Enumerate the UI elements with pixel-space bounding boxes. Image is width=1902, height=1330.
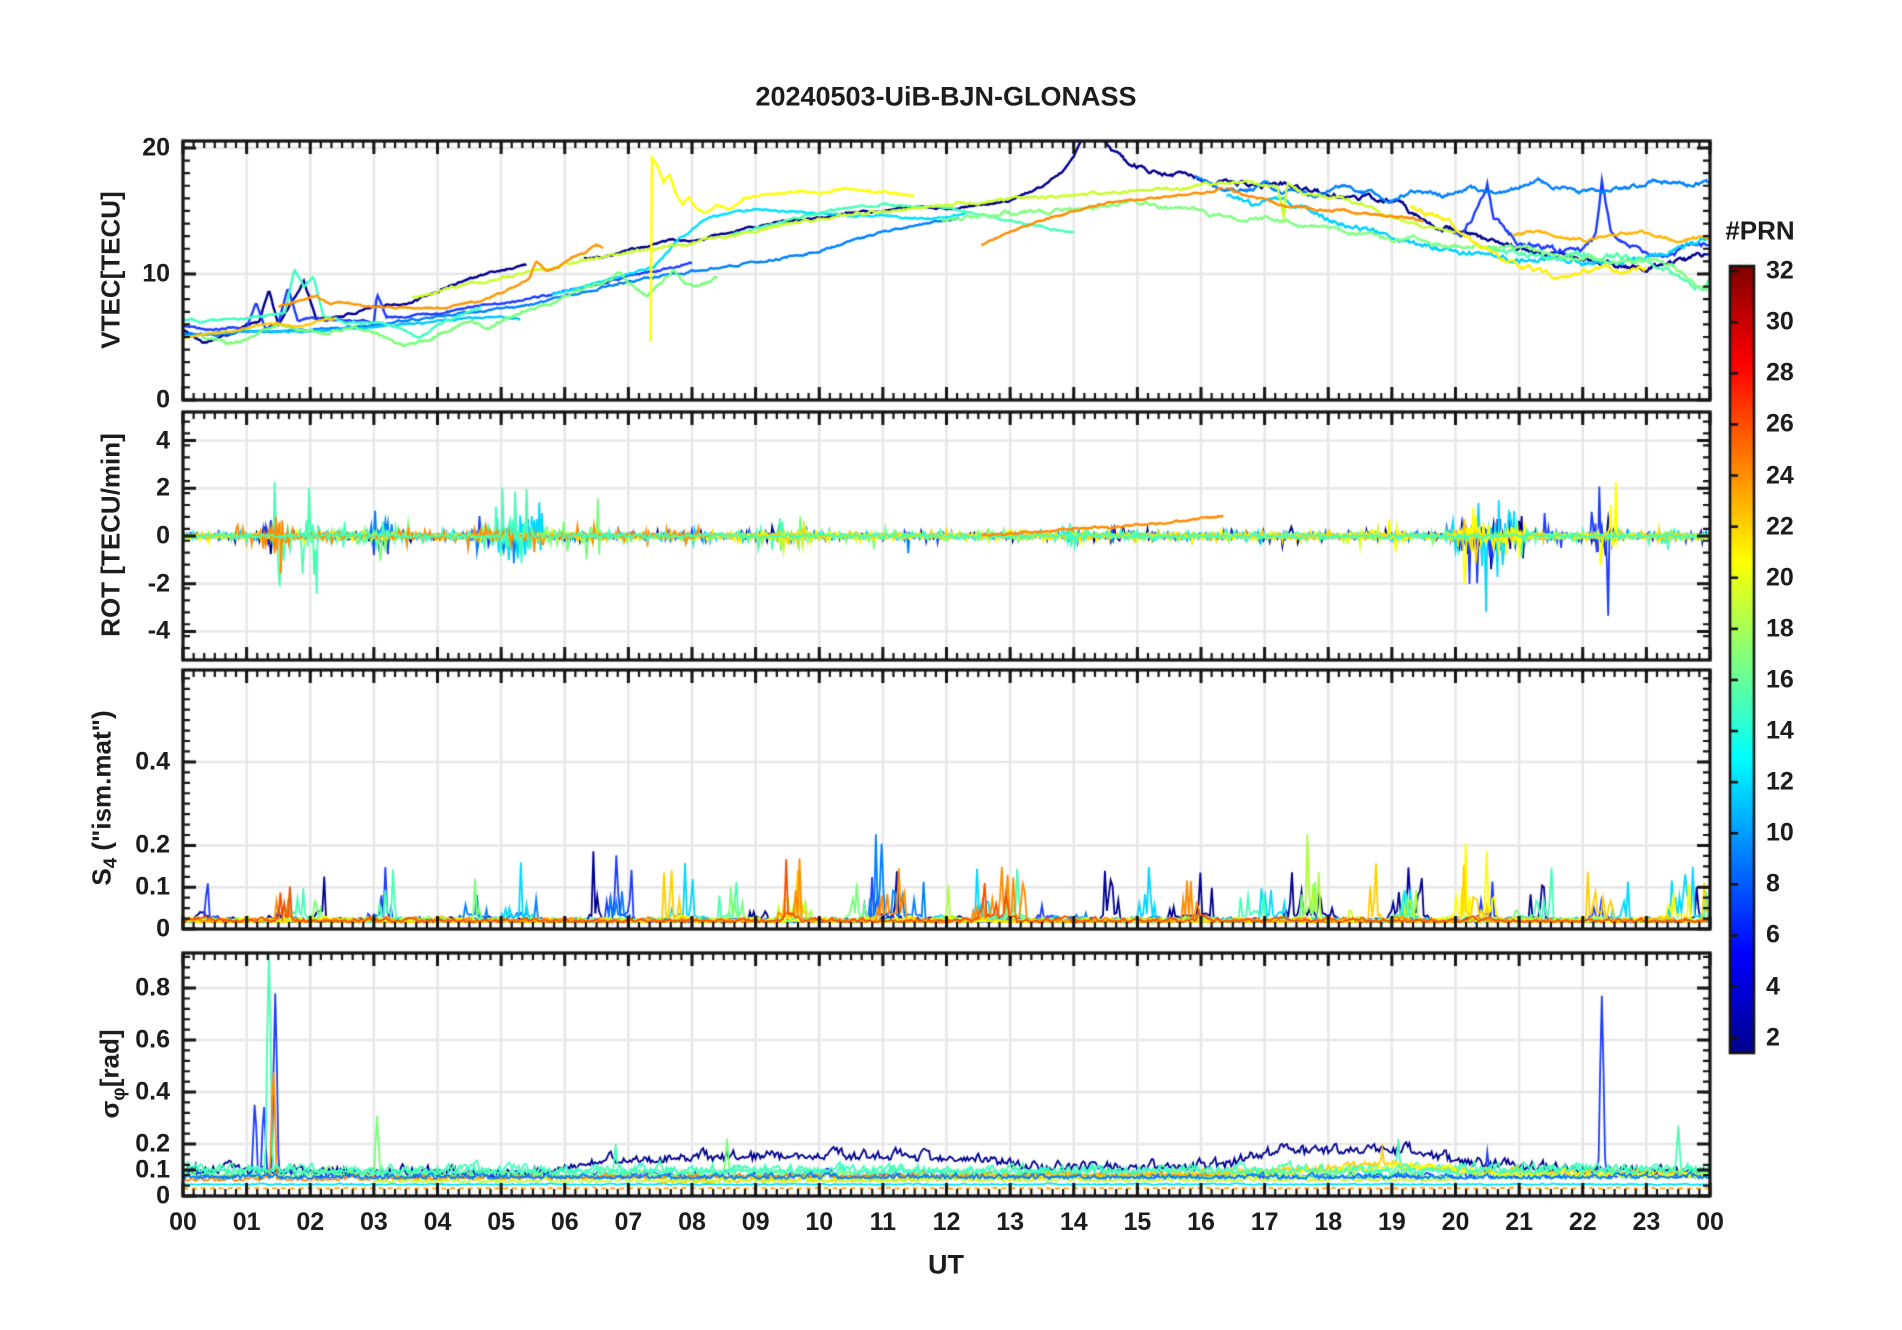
y-tick-label: 0.1: [135, 1155, 170, 1184]
colorbar-title: #PRN: [1725, 215, 1795, 246]
y-tick-label: -2: [147, 569, 170, 598]
chart-title: 20240503-UiB-BJN-GLONASS: [755, 81, 1137, 112]
y-tick-label: 0: [156, 385, 170, 414]
y-tick-label: 0.1: [135, 872, 170, 901]
colorbar-tick-label: 2: [1766, 1023, 1780, 1052]
colorbar-tick-label: 20: [1766, 563, 1794, 592]
colorbar-tick-label: 22: [1766, 512, 1794, 541]
figure-canvas: [0, 0, 1902, 1330]
y-tick-label: 0.4: [135, 1077, 170, 1106]
y-tick-label: 0.2: [135, 1129, 170, 1158]
colorbar-tick-label: 6: [1766, 920, 1780, 949]
colorbar-tick-label: 4: [1766, 972, 1780, 1001]
colorbar-tick-label: 30: [1766, 307, 1794, 336]
y-tick-label: 2: [156, 473, 170, 502]
y-tick-label: 0.2: [135, 830, 170, 859]
colorbar-tick-label: 12: [1766, 767, 1794, 796]
colorbar-tick-label: 16: [1766, 665, 1794, 694]
colorbar-tick-label: 18: [1766, 614, 1794, 643]
y-tick-label: 0: [156, 1181, 170, 1210]
y-tick-label: 0.8: [135, 973, 170, 1002]
y-tick-label: 4: [156, 426, 170, 455]
colorbar-tick-label: 24: [1766, 461, 1794, 490]
colorbar-tick-label: 32: [1766, 256, 1794, 285]
colorbar-tick-label: 14: [1766, 716, 1794, 745]
colorbar-tick-label: 8: [1766, 869, 1780, 898]
x-tick-label: 00: [1696, 1208, 1724, 1236]
xlabel-ut: UT: [928, 1249, 964, 1280]
y-tick-label: 10: [142, 259, 170, 288]
y-tick-label: -4: [147, 616, 170, 645]
y-tick-label: 0: [156, 914, 170, 943]
y-tick-label: 0.6: [135, 1025, 170, 1054]
y-tick-label: 0: [156, 521, 170, 550]
y-tick-label: 20: [142, 133, 170, 162]
y-tick-label: 0.4: [135, 747, 170, 776]
figure: 20240503-UiB-BJN-GLONASS VTEC[TECU] ROT …: [0, 0, 1902, 1330]
colorbar-tick-label: 10: [1766, 818, 1794, 847]
colorbar-tick-label: 26: [1766, 409, 1794, 438]
colorbar-tick-label: 28: [1766, 358, 1794, 387]
